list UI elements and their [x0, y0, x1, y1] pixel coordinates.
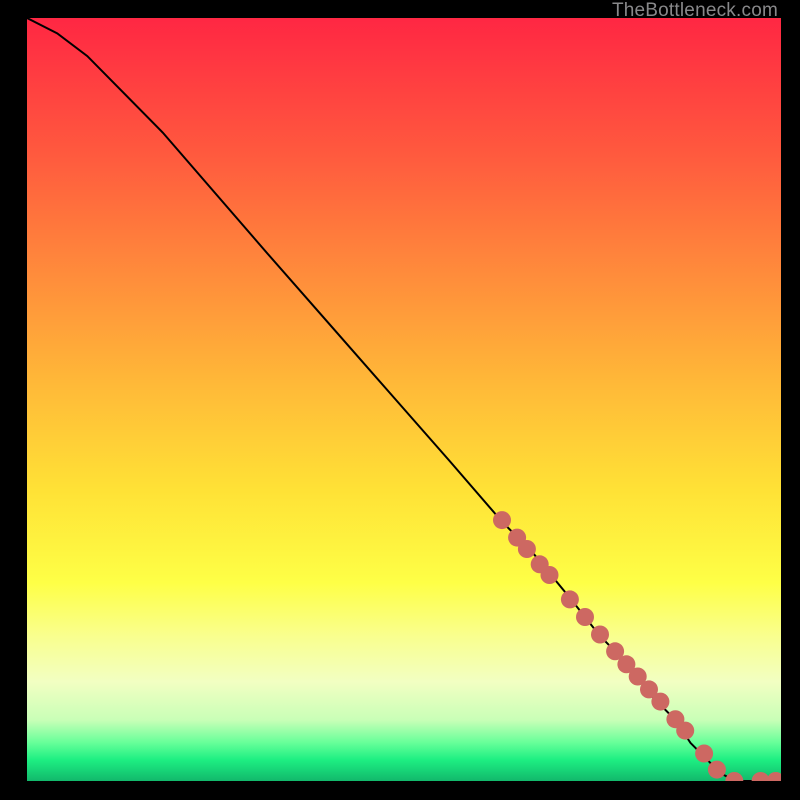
data-marker: [767, 772, 781, 781]
data-marker: [676, 722, 694, 740]
data-marker: [561, 590, 579, 608]
data-marker: [725, 772, 743, 781]
data-marker: [518, 540, 536, 558]
data-marker: [541, 566, 559, 584]
chart-stage: TheBottleneck.com: [0, 0, 800, 800]
data-marker: [708, 761, 726, 779]
data-marker: [493, 511, 511, 529]
curve-line: [27, 18, 781, 781]
data-marker: [695, 745, 713, 763]
chart-svg: [27, 18, 781, 781]
plot-area: [27, 18, 781, 781]
data-marker: [591, 626, 609, 644]
data-marker: [651, 693, 669, 711]
data-marker: [576, 608, 594, 626]
